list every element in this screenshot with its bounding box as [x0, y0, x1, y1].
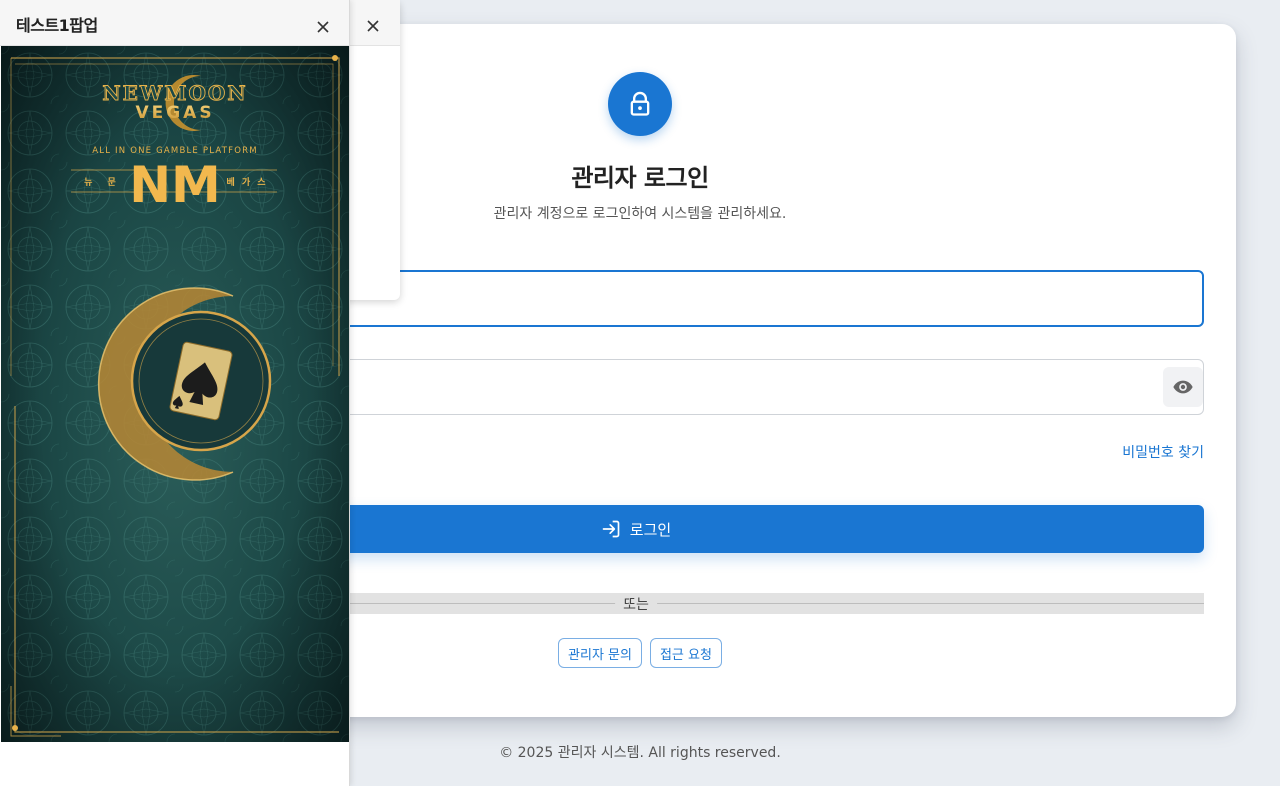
eye-icon: [1173, 380, 1193, 394]
popup-title: 테스트1팝업: [16, 16, 98, 35]
divider-label: 또는: [615, 594, 657, 614]
popup-header: 테스트1팝업: [0, 0, 349, 46]
background-popup-close-button[interactable]: [362, 15, 384, 37]
lock-badge: [608, 72, 672, 136]
brand-logo: NM: [129, 156, 221, 214]
contact-admin-button[interactable]: 관리자 문의: [558, 638, 642, 668]
close-icon: [367, 20, 379, 32]
login-button-label: 로그인: [629, 520, 672, 539]
brand-line2: VEGAS: [135, 103, 214, 123]
newmoon-vegas-banner: NEWMOON VEGAS ALL IN ONE GAMBLE PLATFORM…: [1, 46, 349, 742]
toggle-password-visibility-button[interactable]: [1163, 367, 1203, 407]
access-request-button[interactable]: 접근 요청: [649, 638, 722, 668]
close-icon: [317, 21, 329, 33]
brand-left-word: 뉴 문: [84, 177, 122, 188]
popup-banner-image[interactable]: NEWMOON VEGAS ALL IN ONE GAMBLE PLATFORM…: [1, 46, 349, 742]
brand-right-word: 베 가 스: [226, 176, 267, 188]
popup-close-button[interactable]: [312, 16, 334, 38]
lock-icon: [630, 91, 650, 116]
test-popup: 테스트1팝업 NEWMOON VEGAS ALL IN ONE GAMBLE P…: [0, 0, 350, 786]
find-password-link[interactable]: 비밀번호 찾기: [1122, 442, 1204, 462]
login-arrow-icon: [602, 520, 620, 538]
brand-line1: NEWMOON: [102, 81, 247, 105]
brand-tagline: ALL IN ONE GAMBLE PLATFORM: [92, 146, 257, 156]
